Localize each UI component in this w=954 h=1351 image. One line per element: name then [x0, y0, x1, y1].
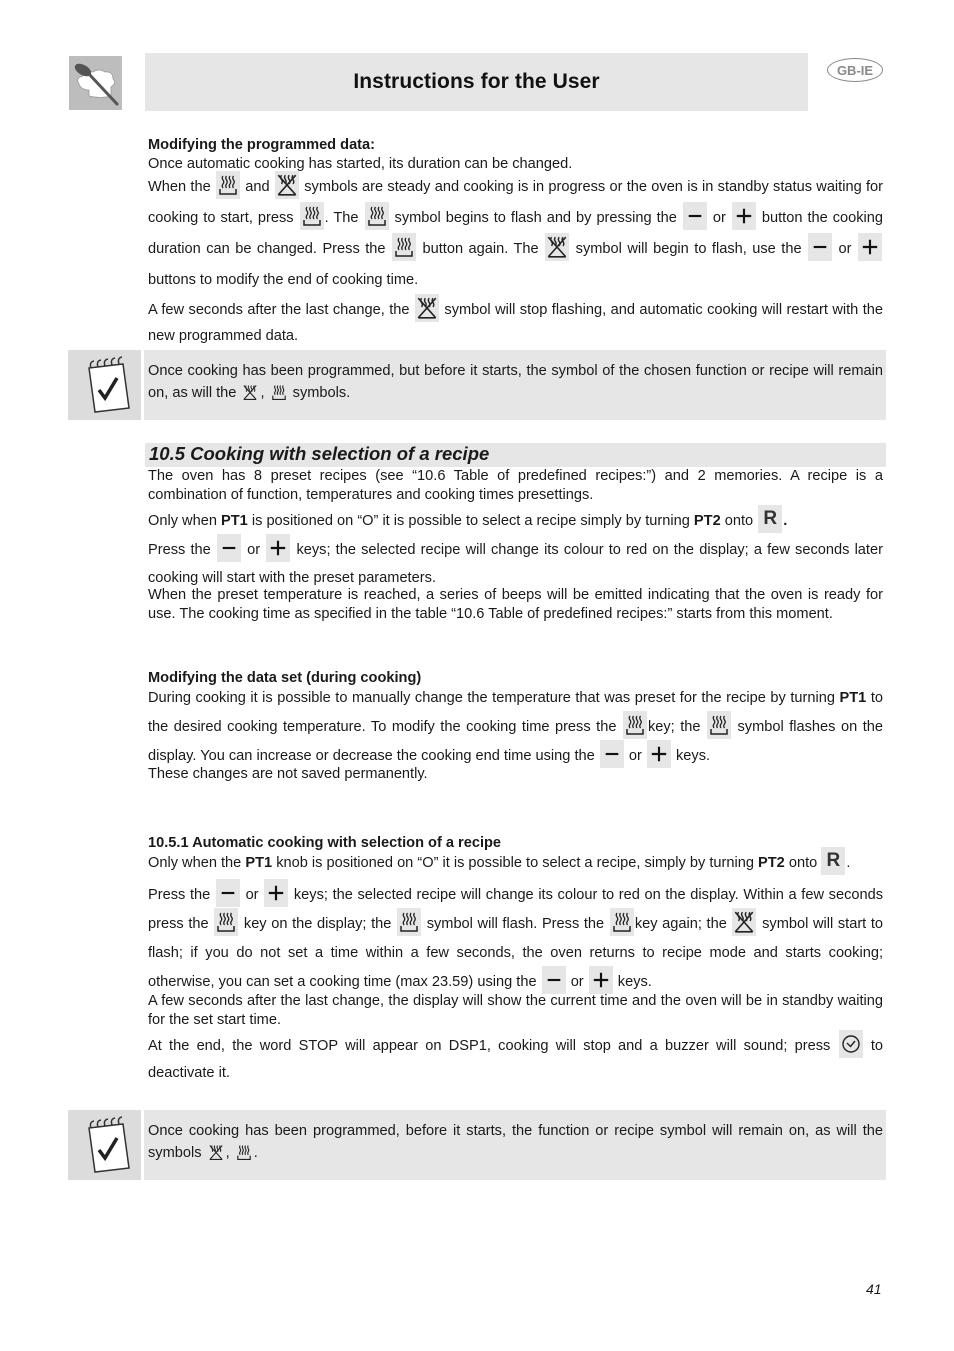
duration-symbol-icon	[707, 711, 731, 740]
paragraph: When the preset temperature is reached, …	[148, 587, 883, 623]
plus-key-icon[interactable]	[646, 740, 671, 769]
note-icon-panel	[68, 350, 144, 420]
language-badge: GB-IE	[827, 58, 883, 82]
end-time-symbol-icon	[241, 383, 259, 401]
paragraph: Only when PT1 is positioned on “O” it is…	[148, 505, 883, 536]
paragraph: Press the or keys; the selected recipe w…	[148, 534, 883, 592]
paragraph: A few seconds after the last change, the…	[148, 294, 883, 348]
paragraph: At the end, the word STOP will appear on…	[148, 1030, 883, 1086]
note-icon-panel	[68, 1110, 144, 1180]
note-text: Once cooking has been programmed, before…	[148, 1123, 883, 1161]
note-text: Once cooking has been programmed, but be…	[148, 363, 883, 401]
duration-symbol-icon	[235, 1143, 253, 1161]
page-number: 41	[866, 1281, 882, 1297]
note-box: Once cooking has been programmed, but be…	[68, 350, 886, 420]
header-bar: Instructions for the User	[145, 53, 808, 111]
section-10-5-body: The oven has 8 preset recipes (see “10.6…	[148, 467, 883, 624]
end-time-symbol-icon	[274, 171, 299, 200]
modifying-programmed-section: Modifying the programmed data: Once auto…	[148, 136, 883, 348]
end-time-symbol-icon	[414, 294, 439, 322]
plus-key-icon[interactable]	[731, 202, 756, 231]
paragraph: When the and symbols are steady and cook…	[148, 171, 883, 296]
chef-logo	[69, 56, 122, 110]
paragraph: Only when the PT1 knob is positioned on …	[148, 847, 883, 877]
end-time-symbol-icon	[732, 908, 757, 937]
duration-symbol-icon	[364, 202, 389, 231]
minus-key-icon[interactable]	[541, 966, 566, 995]
duration-key-icon[interactable]	[214, 908, 239, 937]
minus-key-icon[interactable]	[808, 233, 833, 262]
duration-key-icon[interactable]	[299, 202, 324, 231]
plus-key-icon[interactable]	[858, 233, 882, 262]
recipe-position-icon: R	[758, 505, 783, 534]
section-heading-bar: 10.5 Cooking with selection of a recipe	[145, 443, 886, 467]
paragraph: Press the or keys; the selected recipe w…	[148, 879, 883, 997]
minus-key-icon[interactable]	[216, 534, 241, 563]
plus-key-icon[interactable]	[266, 534, 291, 563]
minus-key-icon[interactable]	[682, 202, 707, 231]
chef-hat-spoon-icon	[74, 63, 119, 106]
recipe-position-icon: R	[821, 847, 846, 876]
section-heading: 10.5 Cooking with selection of a recipe	[149, 443, 490, 464]
end-time-symbol-icon	[545, 233, 570, 262]
page-title: Instructions for the User	[353, 70, 600, 93]
duration-key-icon[interactable]	[609, 908, 634, 937]
paragraph: A few seconds after the last change, the…	[148, 993, 883, 1029]
minus-key-icon[interactable]	[599, 740, 624, 769]
section-10-5-1: 10.5.1 Automatic cooking with selection …	[148, 834, 883, 1086]
duration-symbol-icon	[397, 908, 422, 937]
notepad-check-icon	[87, 1116, 130, 1173]
paragraph: The oven has 8 preset recipes (see “10.6…	[148, 468, 883, 503]
plus-key-icon[interactable]	[264, 879, 289, 908]
end-time-symbol-icon	[207, 1143, 225, 1161]
plus-key-icon[interactable]	[588, 966, 613, 995]
subheading: Modifying the programmed data:	[148, 137, 376, 153]
clock-key-icon[interactable]	[838, 1030, 863, 1059]
paragraph: During cooking it is possible to manuall…	[148, 684, 883, 771]
modifying-data-set-section: Modifying the data set (during cooking) …	[148, 669, 883, 784]
duration-symbol-icon	[216, 171, 240, 200]
minus-key-icon[interactable]	[215, 879, 240, 908]
duration-key-icon[interactable]	[622, 711, 647, 740]
notepad-check-icon	[87, 356, 130, 413]
duration-symbol-icon	[270, 383, 288, 401]
duration-key-icon[interactable]	[392, 233, 417, 262]
note-box: Once cooking has been programmed, before…	[68, 1110, 886, 1180]
